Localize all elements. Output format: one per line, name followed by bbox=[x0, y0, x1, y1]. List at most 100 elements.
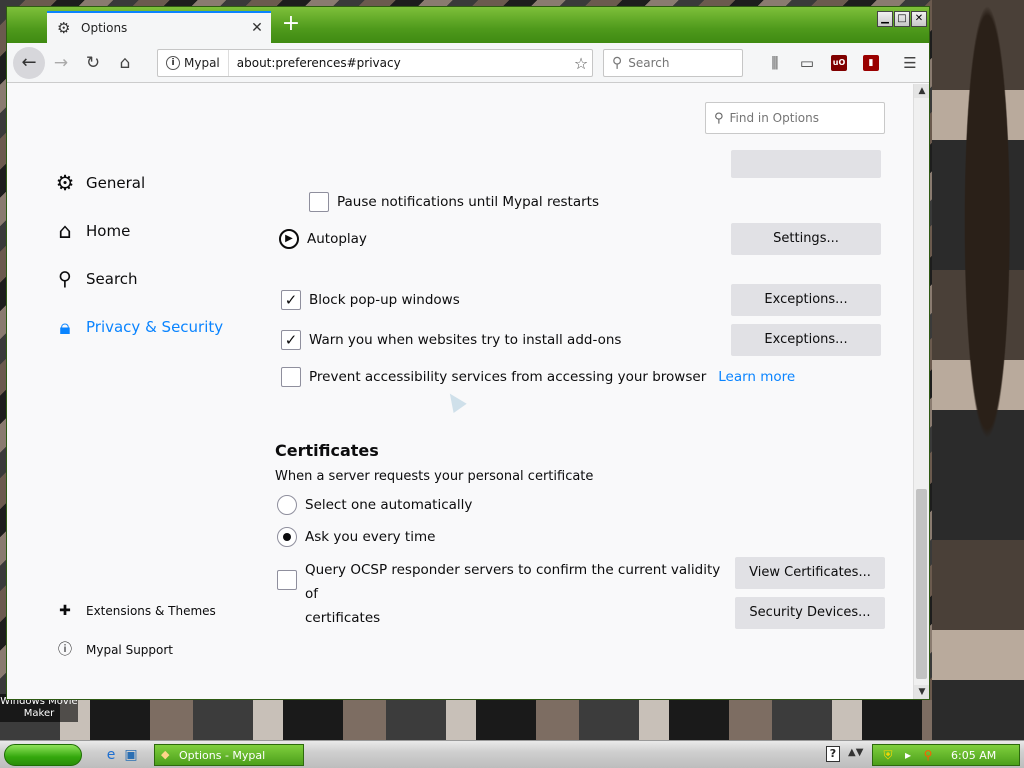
back-button[interactable]: ← bbox=[13, 47, 45, 79]
system-tray: ⛨ ▸ ⚲ 6:05 AM bbox=[872, 744, 1020, 766]
gear-icon: ⚙ bbox=[57, 19, 71, 37]
scrollbar-thumb[interactable] bbox=[916, 489, 927, 679]
notifications-settings-button-partial[interactable] bbox=[731, 150, 881, 178]
extension-icon[interactable]: ▮ bbox=[863, 55, 879, 71]
identity-label: Mypal bbox=[184, 56, 220, 70]
lock-icon: 🔒︎ bbox=[59, 315, 71, 339]
category-label: Search bbox=[86, 270, 138, 288]
url-text[interactable]: about:preferences#privacy bbox=[229, 56, 570, 70]
category-home[interactable]: ⌂ Home bbox=[53, 219, 130, 243]
ocsp-row: Query OCSP responder servers to confirm … bbox=[277, 558, 735, 630]
desktop-wallpaper-bottom bbox=[0, 700, 932, 740]
vertical-scrollbar[interactable]: ▲ ▼ bbox=[913, 84, 929, 699]
security-devices-button[interactable]: Security Devices... bbox=[735, 597, 885, 629]
prevent-accessibility-row: Prevent accessibility services from acce… bbox=[281, 367, 795, 387]
internet-explorer-icon[interactable]: e bbox=[102, 746, 120, 764]
site-identity-button[interactable]: i Mypal bbox=[158, 50, 229, 76]
search-icon: ⚲ bbox=[612, 55, 623, 71]
info-icon: i bbox=[166, 56, 180, 70]
learn-more-link[interactable]: Learn more bbox=[718, 369, 795, 385]
tab-title: Options bbox=[81, 21, 128, 35]
footer-link-label: Mypal Support bbox=[86, 643, 174, 657]
popup-exceptions-button[interactable]: Exceptions... bbox=[731, 284, 881, 316]
search-icon: ⚲ bbox=[714, 110, 724, 126]
taskbar: e ▣ ◆ Options - Mypal ? ▲▼ ⛨ ▸ ⚲ 6:05 AM bbox=[0, 740, 1024, 768]
select-automatically-row: Select one automatically bbox=[277, 495, 472, 515]
close-tab-icon[interactable]: ✕ bbox=[249, 20, 265, 36]
menu-hamburger-icon[interactable]: ☰ bbox=[900, 53, 920, 73]
gear-icon: ⚙ bbox=[55, 171, 75, 195]
block-popups-label: Block pop-up windows bbox=[309, 292, 460, 308]
warn-addons-checkbox[interactable]: ✓ bbox=[281, 330, 301, 350]
close-window-button[interactable]: ✕ bbox=[911, 11, 927, 27]
warn-addons-label: Warn you when websites try to install ad… bbox=[309, 332, 622, 348]
autoplay-settings-button[interactable]: Settings... bbox=[731, 223, 881, 255]
reload-icon: ↻ bbox=[85, 53, 101, 73]
category-privacy-security[interactable]: 🔒︎ Privacy & Security bbox=[53, 315, 223, 339]
prevent-accessibility-label: Prevent accessibility services from acce… bbox=[309, 369, 707, 385]
ask-every-time-radio[interactable] bbox=[277, 527, 297, 547]
warn-addons-row: ✓ Warn you when websites try to install … bbox=[281, 330, 621, 350]
certificates-subtext: When a server requests your personal cer… bbox=[275, 469, 594, 484]
search-icon: ⚲ bbox=[58, 268, 72, 290]
autoplay-icon: ▶ bbox=[279, 229, 299, 249]
arrow-right-icon: → bbox=[53, 53, 69, 73]
ocsp-label-line2: certificates bbox=[305, 610, 381, 626]
ublock-icon[interactable]: uO bbox=[831, 55, 847, 71]
network-icon[interactable]: ▸ bbox=[901, 748, 915, 762]
mypal-support-link[interactable]: ⓘ Mypal Support bbox=[57, 642, 173, 658]
addons-exceptions-button[interactable]: Exceptions... bbox=[731, 324, 881, 356]
help-icon[interactable]: ? bbox=[826, 746, 840, 762]
navigation-toolbar: ← → ↻ ⌂ i Mypal about:preferences#privac… bbox=[7, 43, 929, 83]
select-automatically-label: Select one automatically bbox=[305, 497, 473, 513]
search-tray-icon[interactable]: ⚲ bbox=[921, 748, 935, 762]
prevent-accessibility-checkbox[interactable] bbox=[281, 367, 301, 387]
forward-button[interactable]: → bbox=[51, 53, 71, 73]
find-in-options-input[interactable] bbox=[729, 111, 880, 125]
home-icon: ⌂ bbox=[58, 219, 72, 243]
tab-options[interactable]: ⚙ Options ✕ bbox=[47, 11, 271, 43]
url-bar[interactable]: i Mypal about:preferences#privacy ☆ bbox=[157, 49, 593, 77]
tray-expand-icon[interactable]: ▲▼ bbox=[848, 747, 863, 758]
minimize-button[interactable]: ▁ bbox=[877, 11, 893, 27]
scroll-down-arrow-icon[interactable]: ▼ bbox=[914, 685, 929, 699]
start-button[interactable] bbox=[4, 744, 82, 766]
security-shield-icon[interactable]: ⛨ bbox=[881, 748, 895, 762]
ask-every-time-row: Ask you every time bbox=[277, 527, 435, 547]
ocsp-label-line1: Query OCSP responder servers to confirm … bbox=[305, 562, 721, 602]
select-automatically-radio[interactable] bbox=[277, 495, 297, 515]
desktop-wallpaper-right bbox=[932, 0, 1024, 740]
autoplay-label: Autoplay bbox=[307, 231, 367, 247]
certificates-heading: Certificates bbox=[275, 441, 379, 460]
title-bar: ⚙ Options ✕ + ▁ □ ✕ bbox=[7, 7, 929, 43]
arrow-left-icon: ← bbox=[21, 52, 37, 73]
find-in-options[interactable]: ⚲ bbox=[705, 102, 885, 134]
pause-notifications-checkbox[interactable] bbox=[309, 192, 329, 212]
category-label: Privacy & Security bbox=[86, 318, 224, 336]
category-general[interactable]: ⚙ General bbox=[53, 171, 146, 195]
pause-notifications-row: Pause notifications until Mypal restarts bbox=[309, 192, 599, 212]
new-tab-button[interactable]: + bbox=[279, 13, 303, 37]
library-icon[interactable]: ⫼ bbox=[765, 53, 785, 73]
search-bar[interactable]: ⚲ bbox=[603, 49, 743, 77]
scroll-up-arrow-icon[interactable]: ▲ bbox=[914, 84, 929, 98]
view-certificates-button[interactable]: View Certificates... bbox=[735, 557, 885, 589]
browser-window: ⚙ Options ✕ + ▁ □ ✕ ← → ↻ ⌂ i Mypal abou… bbox=[6, 6, 930, 700]
sidebar-icon[interactable]: ▭ bbox=[797, 53, 817, 73]
mypal-app-icon: ◆ bbox=[161, 748, 170, 761]
help-circle-icon: ⓘ bbox=[58, 642, 72, 658]
maximize-button[interactable]: □ bbox=[894, 11, 910, 27]
quicklaunch-explorer-icon[interactable]: ▣ bbox=[122, 746, 140, 764]
reload-button[interactable]: ↻ bbox=[83, 53, 103, 73]
home-button[interactable]: ⌂ bbox=[115, 53, 135, 73]
autoplay-row: ▶ Autoplay bbox=[279, 229, 367, 249]
extensions-themes-link[interactable]: ✚ Extensions & Themes bbox=[57, 603, 216, 619]
block-popups-row: ✓ Block pop-up windows bbox=[281, 290, 460, 310]
ocsp-checkbox[interactable] bbox=[277, 570, 297, 590]
search-input[interactable] bbox=[628, 56, 729, 70]
block-popups-checkbox[interactable]: ✓ bbox=[281, 290, 301, 310]
category-search[interactable]: ⚲ Search bbox=[53, 267, 138, 291]
footer-link-label: Extensions & Themes bbox=[86, 604, 216, 618]
taskbar-item-options-mypal[interactable]: ◆ Options - Mypal bbox=[154, 744, 304, 766]
bookmark-star-icon[interactable]: ☆ bbox=[570, 54, 592, 73]
